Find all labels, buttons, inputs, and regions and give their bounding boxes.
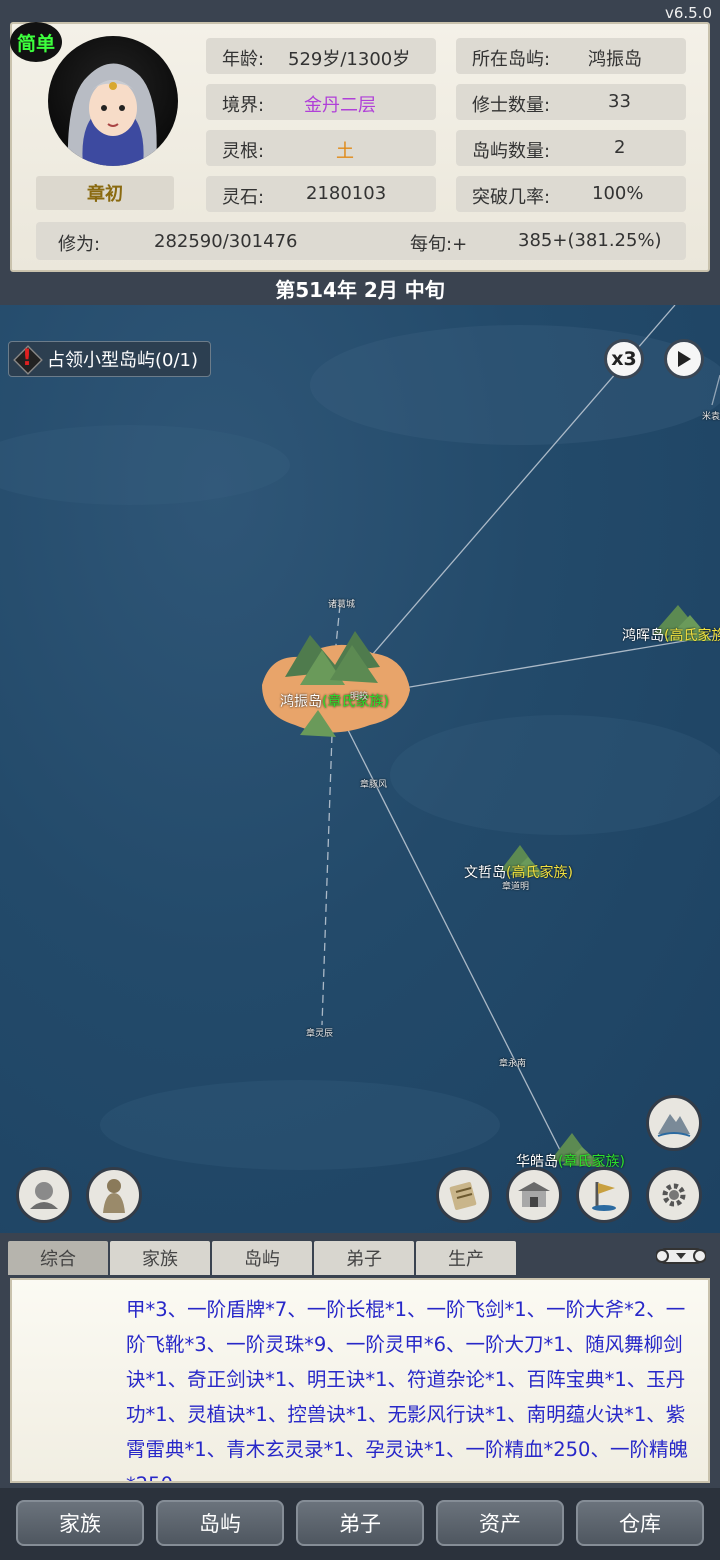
spirit-root-value: 土: [336, 141, 354, 162]
person-icon: [103, 1179, 125, 1213]
gear-icon: [662, 1183, 686, 1207]
spirit-stone-label: 灵石:: [222, 187, 265, 208]
play-button[interactable]: [664, 339, 704, 379]
island-huahao-clan: (章氏家族): [558, 1154, 625, 1170]
cultivator-count-label: 修士数量:: [472, 95, 551, 116]
cultivator-count-stat: 修士数量: 33: [456, 84, 686, 120]
location-label: 所在岛屿:: [472, 49, 551, 70]
nav-disciples-button[interactable]: 弟子: [296, 1500, 424, 1546]
island-honghui-name: 鸿晖岛: [622, 628, 664, 644]
version-label: v6.5.0: [664, 4, 712, 22]
tab-family[interactable]: 家族: [110, 1241, 210, 1275]
breakthrough-label: 突破几率:: [472, 187, 551, 208]
terrain-button[interactable]: [646, 1095, 702, 1151]
status-frame: v6.5.0 简单 章初 年龄: 529岁/1300岁 境界: 金丹二层 灵根:…: [0, 0, 720, 305]
route-lines: [0, 305, 720, 1170]
speed-label: x3: [611, 348, 637, 370]
sect-button[interactable]: [506, 1167, 562, 1223]
spirit-stone-value: 2180103: [306, 183, 387, 204]
age-stat: 年龄: 529岁/1300岁: [206, 38, 436, 74]
speed-button[interactable]: x3: [604, 339, 644, 379]
meditate-button[interactable]: [16, 1167, 72, 1223]
location-stat: 所在岛屿: 鸿振岛: [456, 38, 686, 74]
island-count-label: 岛屿数量:: [472, 141, 551, 162]
breakthrough-stat: 突破几率: 100%: [456, 176, 686, 212]
meditation-icon: [30, 1182, 58, 1209]
per-turn-value: 385+(381.25%): [518, 230, 662, 251]
settings-button[interactable]: [646, 1167, 702, 1223]
nav-islands-button[interactable]: 岛屿: [156, 1500, 284, 1546]
island-honghui-clan: (高氏家族: [664, 628, 720, 644]
log-panel: 综合 家族 岛屿 弟子 生产 甲*3、一阶盾牌*7、一阶长棍*1、一阶飞剑*1、…: [0, 1233, 720, 1488]
island-honghui[interactable]: 鸿晖岛(高氏家族: [622, 625, 720, 645]
map-label-mi: 米袁: [702, 412, 720, 422]
island-wenzhe-name: 文哲岛: [464, 865, 506, 881]
location-value: 鸿振岛: [588, 49, 642, 70]
island-hongzhen[interactable]: 鸿振岛(章氏家族): [280, 691, 389, 711]
log-tabs: 综合 家族 岛屿 弟子 生产: [8, 1241, 516, 1275]
world-map[interactable]: ! 占领小型岛屿(0/1) x3 鸿振岛(章氏家族) 鸿晖岛(高氏家族 文哲岛(…: [0, 305, 720, 1233]
flag-icon: [592, 1182, 616, 1211]
tab-disciples[interactable]: 弟子: [314, 1241, 414, 1275]
map-label-zhuge: 诸葛城: [328, 600, 356, 610]
quest-text: 占领小型岛屿(0/1): [47, 350, 199, 371]
map-label-zhangyongnan: 章永南: [499, 1059, 527, 1069]
nav-family-button[interactable]: 家族: [16, 1500, 144, 1546]
spirit-root-stat: 灵根: 土: [206, 130, 436, 166]
character-button[interactable]: [86, 1167, 142, 1223]
scroll-icon: [449, 1182, 477, 1210]
breakthrough-value: 100%: [592, 183, 644, 204]
log-content[interactable]: 甲*3、一阶盾牌*7、一阶长棍*1、一阶飞剑*1、一阶大斧*2、一阶飞靴*3、一…: [10, 1278, 710, 1483]
temple-icon: [518, 1182, 550, 1207]
cultivation-value: 282590/301476: [154, 231, 298, 252]
per-turn-label: 每旬:+: [410, 234, 468, 255]
age-label: 年龄:: [222, 49, 265, 70]
cultivation-progress: 修为: 282590/301476 每旬:+ 385+(381.25%): [36, 222, 686, 260]
log-text: 甲*3、一阶盾牌*7、一阶长棍*1、一阶飞剑*1、一阶大斧*2、一阶飞靴*3、一…: [126, 1298, 688, 1481]
realm-value: 金丹二层: [304, 95, 376, 116]
tab-production[interactable]: 生产: [416, 1241, 516, 1275]
map-label-zhangdaoming: 章道明: [502, 882, 530, 892]
scroll-button[interactable]: [436, 1167, 492, 1223]
map-label-mingjiao: 明皎: [350, 692, 369, 702]
mountain-icon: [657, 1114, 691, 1137]
nav-assets-button[interactable]: 资产: [436, 1500, 564, 1546]
spirit-root-label: 灵根:: [222, 141, 265, 162]
cultivator-count-value: 33: [608, 91, 631, 112]
collapse-scroll-icon[interactable]: [656, 1241, 706, 1269]
tab-islands[interactable]: 岛屿: [212, 1241, 312, 1275]
realm-label: 境界:: [222, 95, 265, 116]
map-label-zhangdunfeng: 章豚风: [360, 780, 388, 790]
map-label-zhanglingchen: 章灵辰: [306, 1029, 334, 1039]
bottom-nav: 家族 岛屿 弟子 资产 仓库: [0, 1488, 720, 1560]
cultivation-label: 修为:: [58, 234, 101, 255]
quest-tracker[interactable]: ! 占领小型岛屿(0/1): [8, 341, 212, 377]
island-count-stat: 岛屿数量: 2: [456, 130, 686, 166]
age-value: 529岁/1300岁: [288, 49, 411, 70]
island-hongzhen-name: 鸿振岛: [280, 694, 322, 710]
island-hongzhen-graphic: [262, 631, 410, 737]
nav-warehouse-button[interactable]: 仓库: [576, 1500, 704, 1546]
difficulty-badge: 简单: [10, 22, 62, 62]
warning-icon: !: [22, 346, 33, 371]
flag-button[interactable]: [576, 1167, 632, 1223]
realm-stat: 境界: 金丹二层: [206, 84, 436, 120]
game-date: 第514年 2月 中旬: [275, 277, 445, 302]
avatar[interactable]: [48, 36, 178, 166]
play-icon: [678, 351, 691, 367]
spirit-stone-stat: 灵石: 2180103: [206, 176, 436, 212]
character-name[interactable]: 章初: [36, 176, 174, 210]
tab-general[interactable]: 综合: [8, 1241, 108, 1275]
island-count-value: 2: [614, 137, 626, 158]
